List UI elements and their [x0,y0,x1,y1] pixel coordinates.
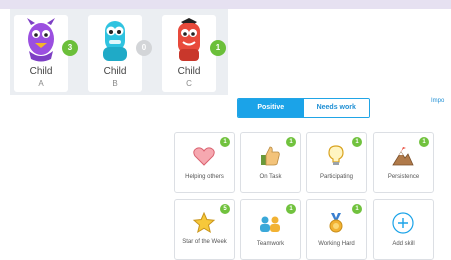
skill-count-badge: 1 [352,137,362,147]
points-badge: 0 [136,40,152,56]
points-badge: 1 [210,40,226,56]
points-badge: 3 [62,40,78,56]
medal-icon [329,213,343,233]
skill-label: Working Hard [318,241,355,247]
skill-label: On Task [259,174,282,180]
teamwork-icon [260,216,280,232]
thumbs-up-icon [261,146,280,166]
skill-participating[interactable]: 1 Participating [306,132,367,193]
add-skill-button[interactable]: Add skill [373,199,434,260]
plus-circle-icon [392,212,414,234]
heart-icon [193,147,215,166]
skill-label: Teamwork [256,241,285,247]
tab-needs-work[interactable]: Needs work [303,99,369,117]
monster-avatar-icon [27,18,55,62]
mountain-icon [392,147,414,166]
skill-count-badge: 5 [220,204,230,214]
skill-count-badge: 1 [352,204,362,214]
student-first-name: Child [29,66,53,77]
skill-helping-others[interactable]: 1 Helping others [174,132,235,193]
skill-working-hard[interactable]: 1 Working Hard [306,199,367,260]
import-link[interactable]: Impo [431,98,444,104]
lightbulb-icon [328,145,344,165]
student-list: Child A 3 Child B 0 Child C 1 [10,9,228,95]
monster-avatar-icon [103,21,127,61]
skill-label: Star of the Week [182,239,227,245]
star-icon [192,211,216,234]
skill-count-badge: 1 [419,137,429,147]
skill-star-of-the-week[interactable]: 5 Star of the Week [174,199,235,260]
skill-label: Participating [319,174,354,180]
student-last-name: B [112,79,118,88]
tab-positive[interactable]: Positive [238,99,304,117]
feedback-type-toggle: Positive Needs work [237,98,370,118]
student-card-c[interactable]: Child C [162,15,216,92]
skill-label: Persistence [387,174,420,180]
skill-count-badge: 1 [286,137,296,147]
skill-count-badge: 1 [286,204,296,214]
skill-count-badge: 1 [220,137,230,147]
student-first-name: Child [177,66,201,77]
student-card-b[interactable]: Child B [88,15,142,92]
top-bar [0,0,451,9]
student-last-name: A [38,79,44,88]
student-card-a[interactable]: Child A [14,15,68,92]
skill-persistence[interactable]: 1 Persistence [373,132,434,193]
skill-on-task[interactable]: 1 On Task [240,132,301,193]
student-last-name: C [186,79,192,88]
skill-label: Add skill [392,241,415,247]
skill-label: Helping others [185,174,224,180]
student-first-name: Child [103,66,127,77]
monster-avatar-icon [178,18,200,61]
skill-teamwork[interactable]: 1 Teamwork [240,199,301,260]
